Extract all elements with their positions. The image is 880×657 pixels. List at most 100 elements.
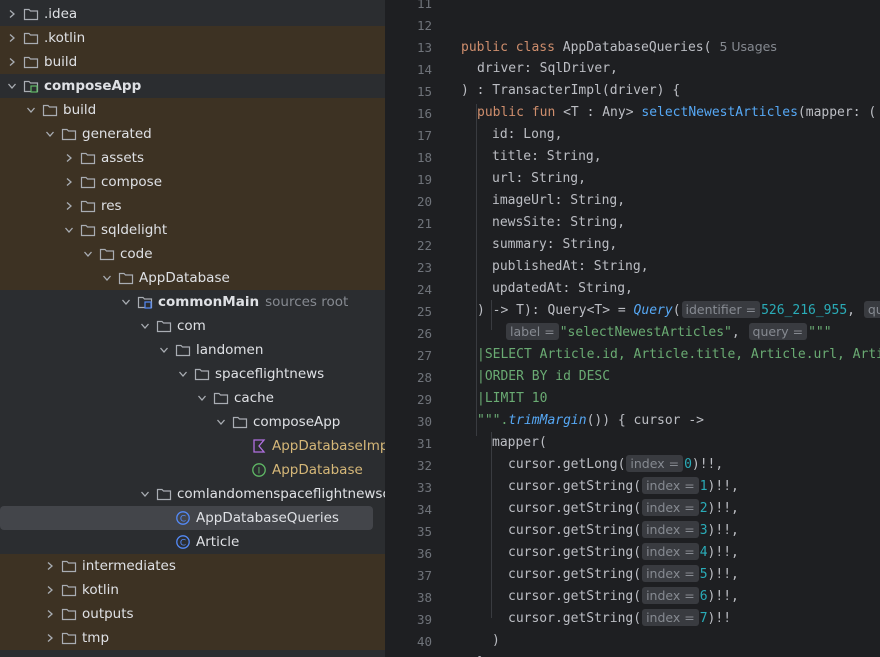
- tree-item[interactable]: assets: [0, 146, 385, 170]
- chevron-down-icon[interactable]: [4, 78, 20, 94]
- folder-icon: [156, 486, 172, 502]
- parameter-hint: index =: [642, 521, 699, 538]
- code-line-26[interactable]: |SELECT Article.id, Article.title, Artic…: [385, 344, 880, 366]
- chevron-down-icon[interactable]: [118, 294, 134, 310]
- chevron-down-icon[interactable]: [80, 246, 96, 262]
- tree-item[interactable]: AppDatabaseImpl.k: [0, 434, 385, 458]
- tree-item[interactable]: code: [0, 242, 385, 266]
- tree-item[interactable]: sqldelight: [0, 218, 385, 242]
- chevron-right-icon[interactable]: [4, 6, 20, 22]
- code-line-33[interactable]: cursor.getString(index = 2)!!,: [385, 498, 880, 520]
- tree-item[interactable]: C AppDatabaseQueries: [0, 506, 373, 530]
- code-line-12[interactable]: public class AppDatabaseQueries(5 Usages: [385, 36, 880, 58]
- code-editor[interactable]: 11 12 13 14 15 16 17 18 19 20 21 22 23 24 25 26 27 28 29 30…: [385, 0, 880, 657]
- tree-item-label: sqldelight: [101, 222, 168, 238]
- code-line-19[interactable]: imageUrl: String,: [385, 190, 880, 212]
- tree-item[interactable]: landomen: [0, 338, 385, 362]
- folder-icon: [175, 342, 191, 358]
- code-line-21[interactable]: summary: String,: [385, 234, 880, 256]
- tree-item[interactable]: .idea: [0, 2, 385, 26]
- chevron-right-icon[interactable]: [42, 606, 58, 622]
- tree-item[interactable]: compose: [0, 170, 385, 194]
- folder-icon: [156, 318, 172, 334]
- chevron-down-icon[interactable]: [175, 366, 191, 382]
- code-line-25[interactable]: label = "selectNewestArticles", query = ""…: [385, 322, 880, 344]
- tree-item[interactable]: composeApp: [0, 410, 385, 434]
- folder-icon: [213, 390, 229, 406]
- code-line-37[interactable]: cursor.getString(index = 6)!!,: [385, 586, 880, 608]
- code-line-34[interactable]: cursor.getString(index = 3)!!,: [385, 520, 880, 542]
- svg-text:C: C: [180, 515, 186, 525]
- tree-item[interactable]: build: [0, 98, 385, 122]
- code-line-32[interactable]: cursor.getString(index = 1)!!,: [385, 476, 880, 498]
- chevron-right-icon[interactable]: [61, 198, 77, 214]
- folder-icon: [23, 6, 39, 22]
- code-line-22[interactable]: publishedAt: String,: [385, 256, 880, 278]
- tree-item[interactable]: I AppDatabase: [0, 458, 385, 482]
- tree-item-label: composeApp: [253, 414, 341, 430]
- code-line-23[interactable]: updatedAt: String,: [385, 278, 880, 300]
- tree-item[interactable]: commonMain sources root: [0, 290, 385, 314]
- tree-item-label: tmp: [82, 630, 110, 646]
- code-line-30[interactable]: mapper(: [385, 432, 880, 454]
- usages-hint[interactable]: 5 Usages: [719, 39, 776, 54]
- chevron-down-icon[interactable]: [61, 222, 77, 238]
- chevron-down-icon[interactable]: [42, 126, 58, 142]
- code-line-29[interactable]: """.trimMargin()) { cursor ->: [385, 410, 880, 432]
- code-line-16[interactable]: id: Long,: [385, 124, 880, 146]
- code-line-13[interactable]: driver: SqlDriver,: [385, 58, 880, 80]
- chevron-right-icon[interactable]: [61, 174, 77, 190]
- chevron-down-icon[interactable]: [23, 102, 39, 118]
- code-line-27[interactable]: |ORDER BY id DESC: [385, 366, 880, 388]
- tree-item[interactable]: outputs: [0, 602, 385, 626]
- tree-item-label: AppDatabaseImpl.k: [272, 438, 385, 454]
- chevron-down-icon[interactable]: [213, 414, 229, 430]
- tree-item[interactable]: composeApp: [0, 74, 385, 98]
- tree-item[interactable]: spaceflightnews: [0, 362, 385, 386]
- code-line-40[interactable]: }: [385, 652, 880, 657]
- tree-item[interactable]: .kotlin: [0, 26, 385, 50]
- chevron-down-icon[interactable]: [99, 270, 115, 286]
- chevron-right-icon[interactable]: [61, 150, 77, 166]
- folder-icon: [42, 102, 58, 118]
- folder-icon: [80, 222, 96, 238]
- chevron-right-icon[interactable]: [42, 630, 58, 646]
- tree-item[interactable]: C Article: [0, 530, 385, 554]
- tree-item[interactable]: intermediates: [0, 554, 385, 578]
- chevron-right-icon[interactable]: [42, 582, 58, 598]
- chevron-down-icon[interactable]: [137, 318, 153, 334]
- chevron-right-icon[interactable]: [4, 30, 20, 46]
- tree-item[interactable]: tmp: [0, 626, 385, 650]
- tree-item-hint: sources root: [265, 294, 349, 310]
- code-line-38[interactable]: cursor.getString(index = 7)!!: [385, 608, 880, 630]
- tree-item-label: commonMain: [158, 294, 260, 310]
- code-line-14[interactable]: ) : TransacterImpl(driver) {: [385, 80, 880, 102]
- chevron-right-icon[interactable]: [4, 54, 20, 70]
- code-line-17[interactable]: title: String,: [385, 146, 880, 168]
- code-line-18[interactable]: url: String,: [385, 168, 880, 190]
- code-line-36[interactable]: cursor.getString(index = 5)!!,: [385, 564, 880, 586]
- tree-item-label: generated: [82, 126, 152, 142]
- tree-item[interactable]: AppDatabase: [0, 266, 385, 290]
- tree-item[interactable]: com: [0, 314, 385, 338]
- parameter-hint: identifier =: [681, 301, 761, 318]
- code-line-20[interactable]: newsSite: String,: [385, 212, 880, 234]
- tree-item[interactable]: res: [0, 194, 385, 218]
- code-line-31[interactable]: cursor.getLong(index = 0)!!,: [385, 454, 880, 476]
- tree-item[interactable]: kotlin: [0, 578, 385, 602]
- code-line-35[interactable]: cursor.getString(index = 4)!!,: [385, 542, 880, 564]
- code-line-15[interactable]: public fun <T : Any> selectNewestArticle…: [385, 102, 880, 124]
- chevron-down-icon[interactable]: [137, 486, 153, 502]
- tree-item[interactable]: build: [0, 50, 385, 74]
- code-line-39[interactable]: ): [385, 630, 880, 652]
- chevron-down-icon[interactable]: [194, 390, 210, 406]
- chevron-down-icon[interactable]: [156, 342, 172, 358]
- tree-item[interactable]: comlandomenspaceflightnewscac: [0, 482, 385, 506]
- chevron-right-icon[interactable]: [42, 558, 58, 574]
- code-line-28[interactable]: |LIMIT 10: [385, 388, 880, 410]
- tree-item[interactable]: generated: [0, 122, 385, 146]
- folder-icon: [99, 246, 115, 262]
- code-line-24[interactable]: ) -> T): Query<T> = Query(identifier = 52…: [385, 300, 880, 322]
- tree-item[interactable]: cache: [0, 386, 385, 410]
- parameter-hint: index =: [642, 477, 699, 494]
